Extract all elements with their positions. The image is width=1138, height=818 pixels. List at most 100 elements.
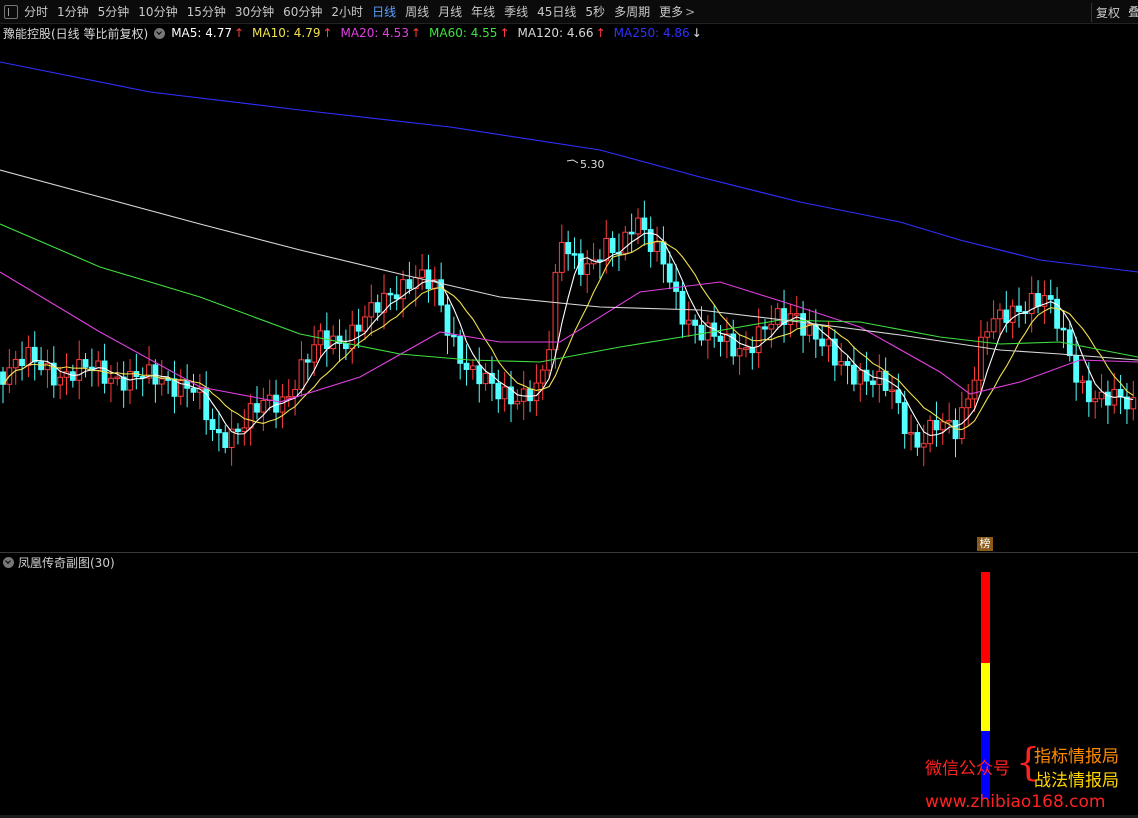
- arrow-up-icon: ↑: [499, 26, 510, 40]
- candle-up: [279, 396, 286, 413]
- candle-down: [152, 364, 159, 385]
- tab-5sec[interactable]: 5秒: [585, 3, 605, 20]
- candle-down: [216, 428, 222, 434]
- pane-divider[interactable]: [0, 552, 1138, 553]
- candle-up: [939, 421, 946, 431]
- candle-up: [558, 242, 565, 273]
- candle-down: [463, 362, 470, 371]
- candle-up: [736, 348, 743, 357]
- candle-down: [235, 428, 241, 433]
- ranking-badge[interactable]: 榜: [977, 537, 993, 551]
- candle-down: [679, 290, 686, 325]
- candle-down: [628, 231, 635, 235]
- chevron-down-icon[interactable]: [154, 27, 166, 39]
- tab-quarterly[interactable]: 季线: [504, 3, 528, 20]
- candle-up: [158, 378, 165, 385]
- candle-up: [247, 403, 254, 429]
- candle-down: [406, 279, 413, 289]
- candle-up: [57, 376, 64, 386]
- candle-down: [1035, 293, 1041, 307]
- tab-2hour[interactable]: 2小时: [331, 3, 363, 20]
- candle-down: [901, 402, 908, 434]
- candle-down: [1003, 309, 1010, 323]
- candle-down: [609, 237, 616, 254]
- tab-weekly[interactable]: 周线: [405, 3, 429, 20]
- tab-monthly[interactable]: 月线: [438, 3, 462, 20]
- candle-up: [12, 358, 19, 369]
- high-price-label: 5.30: [580, 158, 605, 171]
- tab-fenshi[interactable]: 分时: [24, 3, 48, 20]
- candle-down: [870, 380, 876, 385]
- ma5-label: MA5:: [171, 26, 202, 40]
- candle-up: [260, 399, 267, 413]
- candle-up: [1079, 380, 1086, 383]
- candle-down: [165, 378, 171, 381]
- tab-10min[interactable]: 10分钟: [138, 3, 177, 20]
- panel-toggle-icon[interactable]: [4, 4, 18, 19]
- tab-5min[interactable]: 5分钟: [98, 3, 130, 20]
- candle-up: [908, 432, 914, 435]
- candle-up: [95, 360, 102, 371]
- watermark-url: www.zhibiao168.com: [925, 792, 1106, 812]
- watermark-wechat-label: 微信公众号: [925, 759, 1010, 779]
- candle-down: [895, 389, 902, 404]
- tab-60min[interactable]: 60分钟: [283, 3, 322, 20]
- tab-30min[interactable]: 30分钟: [235, 3, 274, 20]
- tab-more[interactable]: 更多 >: [659, 3, 695, 20]
- ma20-label: MA20:: [340, 26, 379, 40]
- ma5-value: 4.77: [205, 26, 232, 40]
- chevron-down-icon[interactable]: [3, 557, 14, 568]
- tab-multi-period[interactable]: 多周期: [614, 3, 650, 20]
- candle-down: [933, 420, 940, 431]
- candle-up: [514, 400, 521, 405]
- candle-down: [819, 338, 826, 347]
- candle-down: [527, 388, 533, 402]
- tab-more-label: 更多: [659, 5, 684, 19]
- candle-down: [1066, 329, 1073, 357]
- restore-rights-button[interactable]: 复权: [1090, 3, 1124, 22]
- candle-down: [209, 419, 216, 430]
- tab-yearly[interactable]: 年线: [471, 3, 495, 20]
- candle-down: [762, 326, 768, 330]
- tab-1min[interactable]: 1分钟: [57, 3, 89, 20]
- candle-up: [285, 396, 292, 399]
- candle-up: [965, 398, 972, 409]
- candle-down: [844, 361, 851, 366]
- candle-down: [273, 394, 279, 413]
- candlestick-chart[interactable]: 5.30: [0, 42, 1138, 547]
- candle-up: [920, 443, 927, 448]
- candle-up: [330, 335, 337, 350]
- ma20-readout: MA20: 4.53 ↑: [341, 26, 421, 40]
- period-toolbar: 分时 1分钟 5分钟 10分钟 15分钟 30分钟 60分钟 2小时 日线 周线…: [0, 0, 1138, 24]
- candle-up: [114, 376, 121, 380]
- candle-down: [571, 253, 578, 256]
- candle-down: [1073, 355, 1080, 383]
- candle-down: [698, 324, 705, 341]
- candle-up: [622, 231, 629, 254]
- candle-down: [800, 313, 807, 336]
- overlay-button[interactable]: 叠: [1128, 3, 1138, 20]
- candle-up: [241, 427, 248, 433]
- ma20-value: 4.53: [382, 26, 409, 40]
- candle-up: [76, 359, 83, 381]
- candle-down: [190, 387, 197, 393]
- candle-up: [25, 346, 32, 366]
- tab-daily[interactable]: 日线: [372, 3, 396, 20]
- candle-up: [501, 386, 508, 400]
- ma60-label: MA60:: [429, 26, 467, 40]
- candle-down: [222, 432, 229, 448]
- tab-45day[interactable]: 45日线: [537, 3, 576, 20]
- candle-up: [539, 369, 546, 384]
- ma120-value: 4.66: [566, 26, 594, 40]
- candle-down: [444, 304, 451, 336]
- candle-up: [971, 379, 978, 400]
- candle-down: [425, 269, 432, 290]
- tab-15min[interactable]: 15分钟: [187, 3, 226, 20]
- candle-down: [254, 403, 260, 413]
- candle-up: [603, 237, 610, 262]
- candle-up: [685, 319, 692, 325]
- candle-down: [343, 342, 349, 350]
- candle-up: [584, 263, 591, 275]
- candle-up: [978, 336, 984, 381]
- ma20-line: [0, 271, 1138, 403]
